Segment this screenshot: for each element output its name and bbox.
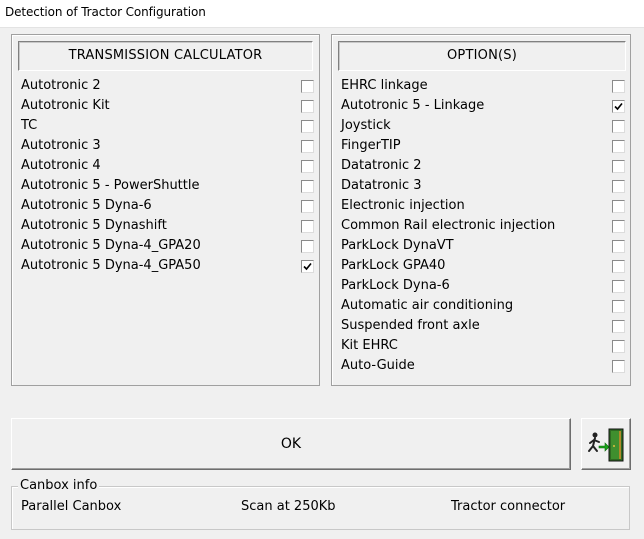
options-option-row[interactable]: FingerTIP bbox=[341, 136, 626, 156]
options-option-checkbox[interactable] bbox=[612, 280, 625, 293]
transmission-header: TRANSMISSION CALCULATOR bbox=[18, 41, 313, 71]
canbox-type: Parallel Canbox bbox=[21, 499, 122, 514]
transmission-option-row[interactable]: Autotronic 5 Dynashift bbox=[21, 216, 315, 236]
transmission-option-label: Autotronic Kit bbox=[21, 98, 110, 113]
options-option-checkbox[interactable] bbox=[612, 240, 625, 253]
exit-door-icon bbox=[588, 428, 624, 462]
transmission-option-checkbox[interactable] bbox=[301, 180, 314, 193]
options-option-label: Datatronic 2 bbox=[341, 158, 422, 173]
options-option-label: Datatronic 3 bbox=[341, 178, 422, 193]
checkmark-icon bbox=[303, 262, 312, 271]
options-option-checkbox[interactable] bbox=[612, 100, 625, 113]
transmission-option-row[interactable]: TC bbox=[21, 116, 315, 136]
options-option-checkbox[interactable] bbox=[612, 160, 625, 173]
transmission-option-row[interactable]: Autotronic 2 bbox=[21, 76, 315, 96]
options-option-checkbox[interactable] bbox=[612, 360, 625, 373]
options-option-checkbox[interactable] bbox=[612, 200, 625, 213]
transmission-option-checkbox[interactable] bbox=[301, 80, 314, 93]
transmission-option-label: Autotronic 5 Dyna-4_GPA20 bbox=[21, 238, 201, 253]
transmission-option-label: Autotronic 3 bbox=[21, 138, 101, 153]
options-option-label: FingerTIP bbox=[341, 138, 401, 153]
transmission-option-label: Autotronic 4 bbox=[21, 158, 101, 173]
options-option-label: ParkLock DynaVT bbox=[341, 238, 454, 253]
transmission-option-label: Autotronic 5 - PowerShuttle bbox=[21, 178, 200, 193]
window-title: Detection of Tractor Configuration bbox=[5, 5, 206, 19]
transmission-option-row[interactable]: Autotronic 5 - PowerShuttle bbox=[21, 176, 315, 196]
transmission-option-label: Autotronic 5 Dynashift bbox=[21, 218, 167, 233]
options-option-label: Electronic injection bbox=[341, 198, 465, 213]
canbox-info-legend: Canbox info bbox=[18, 478, 100, 494]
transmission-option-row[interactable]: Autotronic 5 Dyna-4_GPA50 bbox=[21, 256, 315, 276]
options-option-row[interactable]: Joystick bbox=[341, 116, 626, 136]
options-option-row[interactable]: Datatronic 2 bbox=[341, 156, 626, 176]
title-bar: Detection of Tractor Configuration bbox=[0, 0, 644, 28]
options-option-row[interactable]: Electronic injection bbox=[341, 196, 626, 216]
options-option-row[interactable]: Automatic air conditioning bbox=[341, 296, 626, 316]
options-option-row[interactable]: EHRC linkage bbox=[341, 76, 626, 96]
options-option-checkbox[interactable] bbox=[612, 180, 625, 193]
transmission-option-checkbox[interactable] bbox=[301, 200, 314, 213]
options-option-checkbox[interactable] bbox=[612, 80, 625, 93]
transmission-option-label: TC bbox=[21, 118, 38, 133]
transmission-option-label: Autotronic 2 bbox=[21, 78, 101, 93]
options-option-row[interactable]: Auto-Guide bbox=[341, 356, 626, 376]
options-option-label: EHRC linkage bbox=[341, 78, 428, 93]
options-option-row[interactable]: Common Rail electronic injection bbox=[341, 216, 626, 236]
exit-button[interactable] bbox=[581, 418, 631, 470]
ok-button[interactable]: OK bbox=[11, 418, 571, 470]
transmission-option-checkbox[interactable] bbox=[301, 120, 314, 133]
transmission-option-row[interactable]: Autotronic 4 bbox=[21, 156, 315, 176]
transmission-panel: TRANSMISSION CALCULATOR Autotronic 2 Auto… bbox=[11, 34, 320, 386]
transmission-option-row[interactable]: Autotronic Kit bbox=[21, 96, 315, 116]
options-panel: OPTION(S) EHRC linkage Autotronic 5 - Lin… bbox=[331, 34, 631, 386]
transmission-option-checkbox[interactable] bbox=[301, 100, 314, 113]
transmission-option-checkbox[interactable] bbox=[301, 140, 314, 153]
transmission-option-checkbox[interactable] bbox=[301, 240, 314, 253]
options-option-label: Autotronic 5 - Linkage bbox=[341, 98, 485, 113]
options-option-label: Auto-Guide bbox=[341, 358, 415, 373]
options-option-row[interactable]: Kit EHRC bbox=[341, 336, 626, 356]
options-option-row[interactable]: Datatronic 3 bbox=[341, 176, 626, 196]
options-option-row[interactable]: ParkLock DynaVT bbox=[341, 236, 626, 256]
transmission-option-checkbox[interactable] bbox=[301, 260, 314, 273]
transmission-option-checkbox[interactable] bbox=[301, 160, 314, 173]
canbox-info-group: Canbox info Parallel Canbox Scan at 250K… bbox=[11, 478, 630, 530]
options-option-row[interactable]: Suspended front axle bbox=[341, 316, 626, 336]
transmission-option-label: Autotronic 5 Dyna-6 bbox=[21, 198, 152, 213]
transmission-option-row[interactable]: Autotronic 5 Dyna-6 bbox=[21, 196, 315, 216]
checkmark-icon bbox=[614, 102, 623, 111]
options-option-checkbox[interactable] bbox=[612, 260, 625, 273]
options-option-checkbox[interactable] bbox=[612, 340, 625, 353]
options-option-checkbox[interactable] bbox=[612, 300, 625, 313]
transmission-option-label: Autotronic 5 Dyna-4_GPA50 bbox=[21, 258, 201, 273]
options-option-label: Suspended front axle bbox=[341, 318, 480, 333]
options-option-label: Kit EHRC bbox=[341, 338, 398, 353]
options-option-row[interactable]: ParkLock Dyna-6 bbox=[341, 276, 626, 296]
options-option-row[interactable]: Autotronic 5 - Linkage bbox=[341, 96, 626, 116]
options-option-checkbox[interactable] bbox=[612, 220, 625, 233]
options-option-checkbox[interactable] bbox=[612, 120, 625, 133]
options-option-checkbox[interactable] bbox=[612, 320, 625, 333]
options-option-row[interactable]: ParkLock GPA40 bbox=[341, 256, 626, 276]
transmission-option-row[interactable]: Autotronic 3 bbox=[21, 136, 315, 156]
options-option-label: Joystick bbox=[341, 118, 391, 133]
options-option-label: ParkLock Dyna-6 bbox=[341, 278, 450, 293]
options-header: OPTION(S) bbox=[338, 41, 626, 71]
options-option-label: ParkLock GPA40 bbox=[341, 258, 446, 273]
options-option-label: Common Rail electronic injection bbox=[341, 218, 556, 233]
transmission-option-row[interactable]: Autotronic 5 Dyna-4_GPA20 bbox=[21, 236, 315, 256]
transmission-option-checkbox[interactable] bbox=[301, 220, 314, 233]
options-option-checkbox[interactable] bbox=[612, 140, 625, 153]
canbox-scan-rate: Scan at 250Kb bbox=[241, 499, 336, 514]
canbox-connector: Tractor connector bbox=[451, 499, 566, 514]
options-option-label: Automatic air conditioning bbox=[341, 298, 514, 313]
